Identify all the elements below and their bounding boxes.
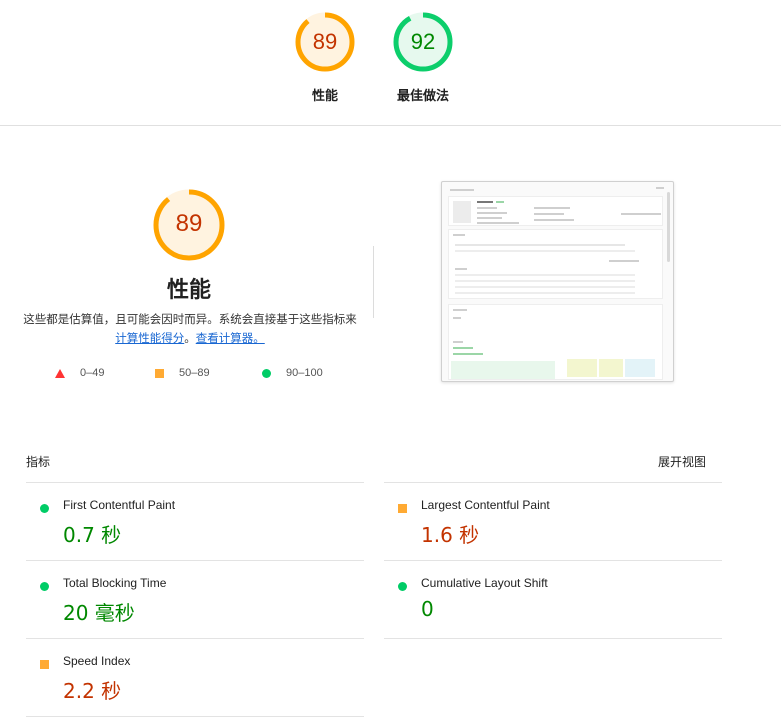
thumb-yellow-block <box>567 359 597 377</box>
thumb-line <box>455 286 635 288</box>
gauge-best-practices[interactable]: 92 最佳做法 <box>383 10 463 104</box>
legend-range: 0–49 <box>80 367 105 379</box>
thumb-table-panel <box>448 229 663 299</box>
thumb-line <box>455 292 635 294</box>
average-square-icon <box>398 504 407 513</box>
gauge-performance[interactable]: 89 性能 <box>285 10 365 104</box>
thumb-line <box>453 341 463 343</box>
pass-circle-icon <box>40 504 49 513</box>
thumb-line <box>621 213 661 215</box>
gauge-score: 89 <box>312 29 338 54</box>
thumb-line <box>477 207 497 209</box>
performance-score: 89 <box>175 210 203 237</box>
performance-title: 性能 <box>166 278 211 303</box>
thumb-line <box>477 222 519 224</box>
calc-score-link[interactable]: 计算性能得分 <box>115 331 184 345</box>
expand-view-toggle[interactable]: 展开视图 <box>658 453 706 470</box>
metric-name: First Contentful Paint <box>63 498 176 512</box>
average-square-icon <box>40 660 49 669</box>
square-icon <box>155 369 164 378</box>
metric-name: Cumulative Layout Shift <box>421 576 548 590</box>
score-legend: 0–49 50–89 90–100 <box>55 367 355 381</box>
thumb-line <box>453 234 465 236</box>
gauge-ring-best-practices: 92 <box>391 10 455 74</box>
thumb-line <box>455 274 635 276</box>
legend-range: 50–89 <box>179 367 210 379</box>
metric-name: Total Blocking Time <box>63 576 167 590</box>
final-screenshot-thumbnail[interactable] <box>441 181 674 382</box>
divider <box>26 716 364 717</box>
circle-icon <box>262 369 271 378</box>
thumb-line <box>656 187 664 189</box>
thumb-line <box>455 244 625 246</box>
triangle-icon <box>55 369 65 378</box>
thumb-line <box>455 250 635 252</box>
metric-name: Largest Contentful Paint <box>421 498 550 512</box>
gauge-score: 92 <box>410 29 436 54</box>
thumb-line <box>455 280 635 282</box>
thumb-line <box>450 189 474 191</box>
gauge-label: 性能 <box>311 89 338 104</box>
metric-speed-index: Speed Index 2.2 秒 <box>26 639 356 703</box>
description-separator: 。 <box>184 331 196 345</box>
metric-value: 0.7 秒 <box>63 523 122 547</box>
metric-value: 2.2 秒 <box>63 679 122 703</box>
thumb-line <box>534 207 570 209</box>
gauge-label: 最佳做法 <box>396 89 449 104</box>
thumb-line <box>477 212 507 214</box>
gauge-ring-performance: 89 <box>293 10 357 74</box>
thumb-line <box>534 213 564 215</box>
thumb-line <box>453 347 473 349</box>
pass-circle-icon <box>398 582 407 591</box>
thumb-scrollbar <box>667 192 670 262</box>
thumb-line <box>453 353 483 355</box>
legend-range: 90–100 <box>286 367 323 379</box>
view-calculator-link[interactable]: 查看计算器。 <box>196 331 265 345</box>
metric-cumulative-layout-shift: Cumulative Layout Shift 0 <box>384 561 714 621</box>
metric-value: 1.6 秒 <box>421 523 480 547</box>
thumb-avatar <box>453 201 471 223</box>
thumb-blue-block <box>625 359 655 377</box>
description-text: 这些都是估算值，且可能会因时而异。系统会直接基于这些指标来 <box>23 312 357 326</box>
metrics-heading: 指标 <box>26 455 51 469</box>
thumb-green-block <box>451 361 555 379</box>
metric-largest-contentful-paint: Largest Contentful Paint 1.6 秒 <box>384 483 714 547</box>
metric-name: Speed Index <box>63 654 131 668</box>
thumb-line <box>477 201 493 203</box>
thumb-line <box>477 217 502 219</box>
thumb-line <box>453 317 461 319</box>
metric-value: 20 毫秒 <box>63 601 135 625</box>
thumb-line <box>453 309 467 311</box>
performance-description: 这些都是估算值，且可能会因时而异。系统会直接基于这些指标来计算性能得分。查看计算… <box>22 310 358 348</box>
top-score-gauges: 89 性能 92 最佳做法 <box>0 0 781 126</box>
thumb-line <box>496 201 504 203</box>
thumb-line <box>609 260 639 262</box>
divider <box>384 638 722 639</box>
thumb-yellow-block <box>599 359 623 377</box>
metric-total-blocking-time: Total Blocking Time 20 毫秒 <box>26 561 356 625</box>
metric-value: 0 <box>421 597 434 621</box>
thumb-bottom-panel <box>448 304 663 380</box>
thumb-line <box>455 268 467 270</box>
thumb-line <box>534 219 574 221</box>
pass-circle-icon <box>40 582 49 591</box>
thumb-profile-panel <box>448 196 663 226</box>
performance-gauge: 89 <box>151 187 227 263</box>
metric-first-contentful-paint: First Contentful Paint 0.7 秒 <box>26 483 356 547</box>
divider <box>373 246 374 318</box>
